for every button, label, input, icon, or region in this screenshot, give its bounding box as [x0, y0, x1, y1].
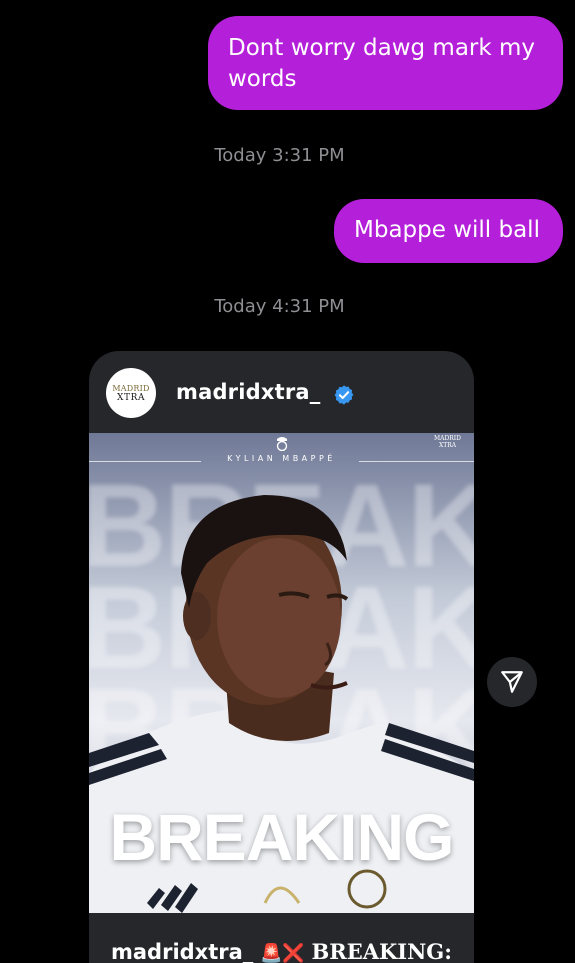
breaking-headline: BREAKING: [109, 800, 454, 874]
brand-logo-text: MADRID XTRA: [434, 435, 461, 449]
post-author-username[interactable]: madridxtra_: [176, 380, 320, 404]
brand-logo-line: MADRID: [434, 435, 461, 442]
message-text: Mbappe will ball: [354, 217, 540, 243]
caption-username: madridxtra_: [111, 940, 254, 963]
club-crest-icon: [276, 437, 288, 451]
message-timestamp: Today 3:31 PM: [214, 145, 345, 166]
avatar-logo-text: XTRA: [116, 392, 146, 403]
avatar-logo-text: MADRID: [112, 383, 150, 393]
verified-badge-icon: [334, 385, 354, 405]
shared-post-card[interactable]: MADRID XTRA madridxtra_ BREAKING BREAKIN…: [89, 351, 474, 963]
share-post-button[interactable]: [487, 657, 537, 707]
player-name-header: KYLIAN MBAPPÉ: [227, 454, 336, 463]
send-share-icon: [501, 671, 523, 693]
post-image[interactable]: BREAKING BREAKING BREAKING: [89, 433, 474, 913]
post-caption[interactable]: madridxtra_ 🚨❌ BREAKING:: [111, 939, 471, 963]
caption-emoji: 🚨❌: [259, 943, 305, 963]
message-bubble-sent[interactable]: Mbappe will ball: [334, 199, 563, 263]
post-header[interactable]: MADRID XTRA madridxtra_: [89, 351, 474, 433]
post-author-avatar[interactable]: MADRID XTRA: [106, 368, 156, 418]
message-text: Dont worry dawg mark my words: [228, 35, 536, 92]
message-bubble-sent[interactable]: Dont worry dawg mark my words: [208, 16, 563, 110]
message-timestamp: Today 4:31 PM: [214, 296, 345, 317]
caption-text: BREAKING:: [311, 939, 452, 963]
brand-logo-line: XTRA: [438, 442, 457, 449]
